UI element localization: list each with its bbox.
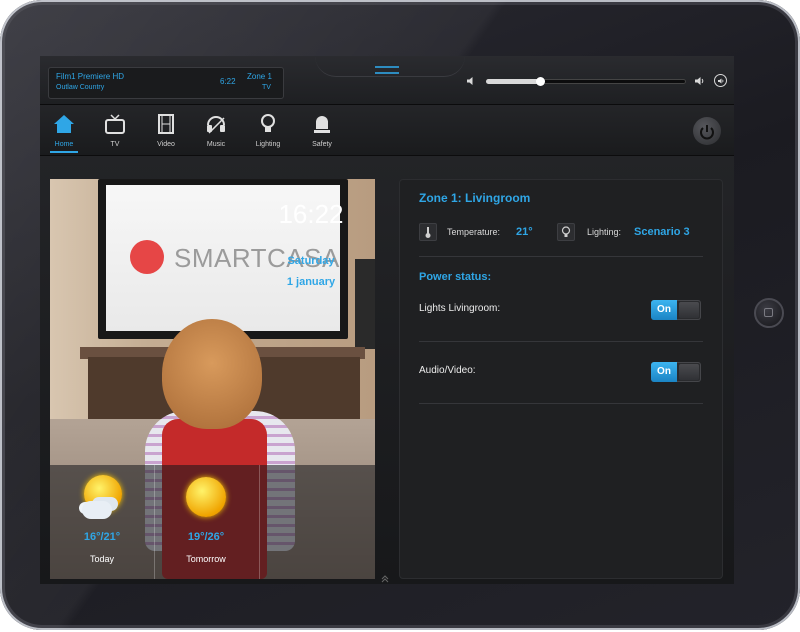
clock-date: 1 january <box>286 276 336 288</box>
now-playing-widget[interactable]: Film1 Premiere HD Outlaw Country 6:22 Zo… <box>48 67 284 99</box>
mute-button[interactable] <box>714 74 727 87</box>
audio-video-toggle[interactable]: On <box>651 362 701 382</box>
clock-time: 16:22 <box>278 199 344 229</box>
nav-label-safety: Safety <box>312 141 332 148</box>
now-playing-subtitle: Outlaw Country <box>56 84 105 91</box>
nav-label-music: Music <box>206 141 226 148</box>
power-status-title: Power status: <box>419 271 492 283</box>
settings-button[interactable] <box>693 117 721 145</box>
now-playing-zone: Zone 1 <box>247 72 272 81</box>
volume-low-icon[interactable] <box>467 76 477 86</box>
zone-panel: Zone 1: Livingroom Temperature: 21° Ligh… <box>399 179 723 579</box>
clock-weekday: Saturday <box>287 255 335 267</box>
volume-slider-knob[interactable] <box>536 77 545 86</box>
film-icon <box>158 114 174 134</box>
speaker <box>355 259 375 349</box>
app-screen: Film1 Premiere HD Outlaw Country 6:22 Zo… <box>40 56 734 584</box>
home-content: SMARTCASA 16°/21° Today 19°/26° Tomorrow… <box>40 156 734 584</box>
lighting-label: Lighting: <box>587 227 622 237</box>
room-camera-image: SMARTCASA 16°/21° Today 19°/26° Tomorrow… <box>50 179 375 579</box>
temperature-label: Temperature: <box>447 227 501 237</box>
nav-label-lighting: Lighting <box>255 141 281 148</box>
thermometer-icon <box>419 223 437 241</box>
audio-video-label: Audio/Video: <box>419 365 476 376</box>
nav-safety[interactable]: Safety <box>300 105 344 155</box>
top-bar: Film1 Premiere HD Outlaw Country 6:22 Zo… <box>40 56 734 105</box>
weather-tomorrow[interactable]: 19°/26° Tomorrow <box>154 465 258 579</box>
now-playing-time: 6:22 <box>220 77 236 86</box>
nav-label-video: Video <box>157 141 175 148</box>
sun-icon <box>186 477 226 517</box>
lightbulb-icon <box>557 223 575 241</box>
zone-title: Zone 1: Livingroom <box>419 191 531 205</box>
power-icon <box>700 125 714 140</box>
volume-high-icon[interactable] <box>695 76 706 86</box>
lights-livingroom-toggle[interactable]: On <box>651 300 701 320</box>
music-icon <box>207 116 225 134</box>
weather-tomorrow-label: Tomorrow <box>186 554 226 564</box>
nav-tv[interactable]: TV <box>93 105 137 155</box>
volume-slider[interactable] <box>486 77 686 86</box>
nav-music[interactable]: Music <box>194 105 238 155</box>
weather-today-range: 16°/21° <box>83 531 121 543</box>
smartcasa-logo-icon <box>130 240 164 274</box>
nav-home[interactable]: Home <box>42 105 86 155</box>
lighting-value[interactable]: Scenario 3 <box>634 226 690 238</box>
toggle-on-label: On <box>651 362 677 382</box>
now-playing-title: Film1 Premiere HD <box>56 72 125 81</box>
toggle-on-label: On <box>651 300 677 320</box>
home-icon <box>54 115 74 133</box>
tv-icon <box>105 114 125 134</box>
weather-today-label: Today <box>89 554 115 564</box>
lights-livingroom-label: Lights Livingroom: <box>419 303 501 314</box>
device-home-button[interactable] <box>754 298 784 328</box>
nav-video[interactable]: Video <box>144 105 188 155</box>
bulb-icon <box>261 114 275 132</box>
speaker-mute-icon <box>717 78 723 83</box>
main-nav: Home TV Video Music Lighting Safety <box>40 105 734 156</box>
weather-tomorrow-range: 19°/26° <box>187 531 225 543</box>
temperature-value: 21° <box>516 226 533 238</box>
volume-slider-fill <box>486 79 540 84</box>
nav-lighting[interactable]: Lighting <box>246 105 290 155</box>
chevron-up-icon[interactable] <box>381 575 389 583</box>
weather-today[interactable]: 16°/21° Today <box>50 465 154 579</box>
nav-label-home: Home <box>54 141 74 148</box>
now-playing-source: TV <box>262 84 271 91</box>
nav-label-tv: TV <box>110 141 120 148</box>
pull-down-handle[interactable] <box>375 66 399 74</box>
alarm-icon <box>314 116 330 133</box>
